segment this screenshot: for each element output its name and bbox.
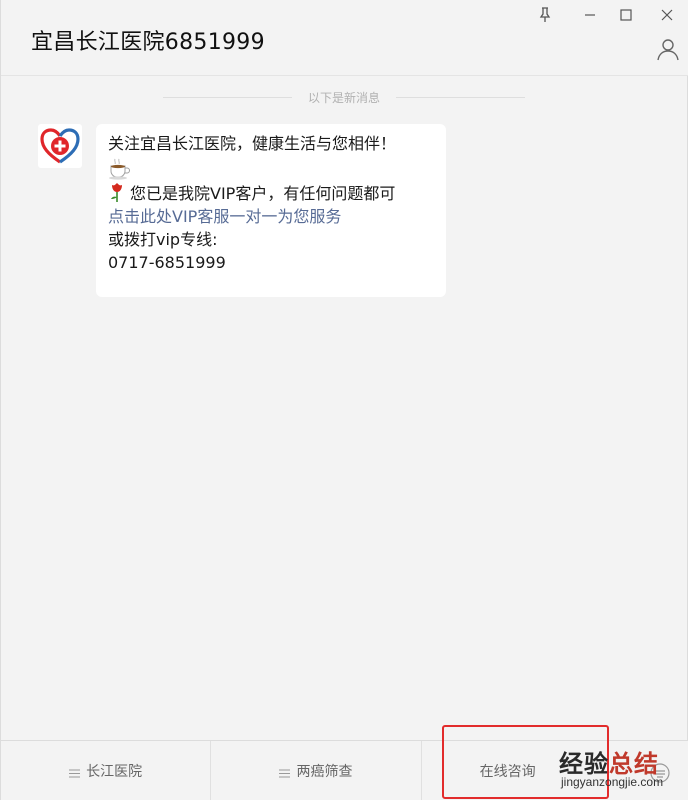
message-bubble: 关注宜昌长江医院，健康生活与您相伴！ 您已是我院VIP客户，有任何问题都可 点击… [96,124,446,297]
message-text: 您已是我院VIP客户，有任何问题都可 [130,184,396,203]
message-line: 或拨打vip专线: [108,230,218,249]
minimize-icon[interactable] [579,4,601,26]
pin-icon[interactable] [534,4,556,26]
new-messages-divider: 以下是新消息 [163,88,526,106]
coffee-icon [108,155,436,182]
menu-item-label: 长江医院 [86,763,143,780]
close-icon[interactable] [656,4,678,26]
message-line: 您已是我院VIP客户，有任何问题都可 [108,182,436,205]
menu-item-screening[interactable]: 两癌筛查 [210,741,420,800]
menu-icon [69,766,81,778]
message-line: 关注宜昌长江医院，健康生活与您相伴！ [108,134,397,153]
maximize-icon[interactable] [615,4,637,26]
keyboard-icon[interactable] [649,762,671,784]
menu-icon [279,766,291,778]
menu-item-changjiang[interactable]: 长江医院 [1,741,210,800]
new-messages-label: 以下是新消息 [308,90,381,105]
highlight-box [442,725,609,799]
profile-icon[interactable] [655,36,681,62]
chat-window: 宜昌长江医院6851999 以下是新消息 关注宜昌长江医院，健康生活与您相伴！ … [0,0,688,800]
phone-number: 0717-6851999 [108,253,226,272]
divider-line [396,96,526,98]
window-title: 宜昌长江医院6851999 [31,30,265,55]
menu-item-label: 两癌筛查 [296,763,353,780]
hospital-logo[interactable] [38,124,82,168]
rose-icon [108,182,126,202]
vip-service-link[interactable]: 点击此处VIP客服一对一为您服务 [108,205,436,228]
title-bar: 宜昌长江医院6851999 [1,0,688,76]
divider-line [163,96,292,98]
